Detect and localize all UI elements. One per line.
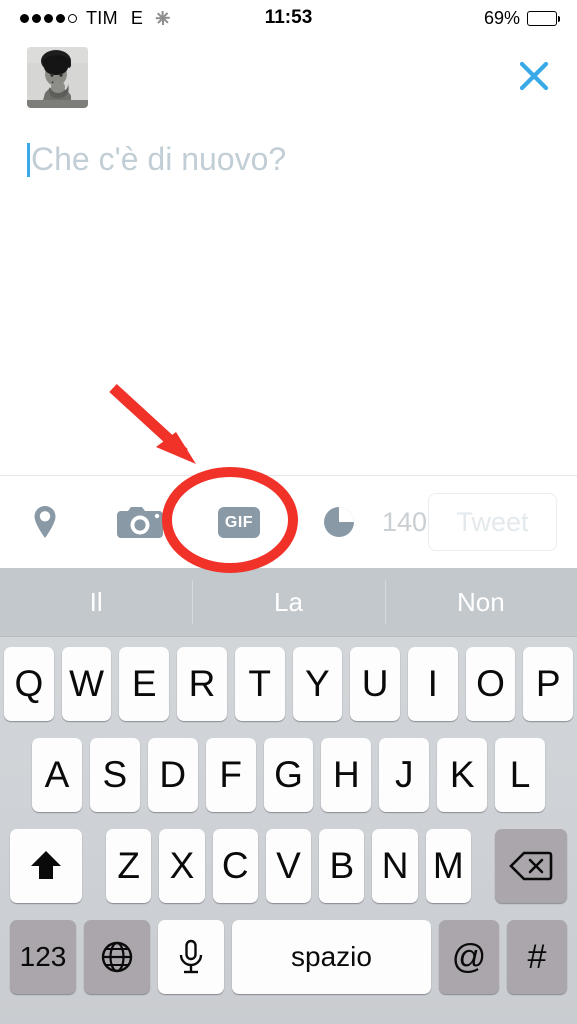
- camera-icon: [117, 507, 163, 538]
- close-icon: [519, 61, 549, 91]
- shift-key[interactable]: [10, 829, 83, 903]
- key-u[interactable]: U: [350, 647, 400, 721]
- tweet-button[interactable]: Tweet: [428, 493, 557, 551]
- key-x[interactable]: X: [159, 829, 205, 903]
- composer-toolbar: GIF 140 Tweet: [0, 475, 577, 568]
- keyboard-row-1: Q W E R T Y U I O P: [3, 647, 574, 721]
- status-bar-clock: 11:53: [264, 7, 313, 28]
- key-p[interactable]: P: [523, 647, 574, 721]
- location-pin-icon: [34, 506, 56, 538]
- key-q[interactable]: Q: [3, 647, 54, 721]
- tweet-composer: Che c'è di nuovo?: [0, 36, 577, 475]
- dictation-key[interactable]: [158, 920, 224, 994]
- camera-button[interactable]: [112, 498, 168, 546]
- key-v[interactable]: V: [265, 829, 312, 903]
- character-gauge-icon: [324, 507, 354, 537]
- avatar[interactable]: [27, 47, 88, 108]
- key-f[interactable]: F: [205, 738, 256, 812]
- at-key[interactable]: @: [439, 920, 499, 994]
- tweet-text-input[interactable]: Che c'è di nuovo?: [0, 108, 577, 177]
- location-button[interactable]: [24, 498, 66, 546]
- key-s[interactable]: S: [89, 738, 140, 812]
- key-z[interactable]: Z: [106, 829, 152, 903]
- character-gauge: [318, 498, 360, 546]
- backspace-key[interactable]: [494, 829, 567, 903]
- microphone-icon: [179, 939, 203, 974]
- key-j[interactable]: J: [379, 738, 430, 812]
- shift-up-arrow-icon: [31, 851, 62, 879]
- key-r[interactable]: R: [177, 647, 227, 721]
- gif-button[interactable]: GIF: [216, 498, 262, 546]
- close-button[interactable]: [511, 53, 557, 99]
- tweet-placeholder: Che c'è di nuovo?: [31, 141, 287, 177]
- space-key[interactable]: spazio: [232, 920, 431, 994]
- keyboard-row-3: Z X C V B N M: [4, 829, 573, 903]
- hash-key[interactable]: #: [507, 920, 567, 994]
- keyboard-row-2: A S D F G H J K L: [4, 738, 573, 812]
- key-h[interactable]: H: [321, 738, 372, 812]
- gif-icon: GIF: [217, 506, 261, 538]
- predictive-bar: Il La Non: [0, 568, 577, 637]
- key-y[interactable]: Y: [292, 647, 343, 721]
- key-i[interactable]: I: [407, 647, 458, 721]
- prediction-item-2[interactable]: Non: [384, 568, 577, 636]
- globe-icon: [101, 941, 133, 973]
- key-o[interactable]: O: [465, 647, 516, 721]
- on-screen-keyboard: Il La Non Q W E R T Y U I O P A S D F G …: [0, 568, 577, 1024]
- key-l[interactable]: L: [495, 738, 546, 812]
- battery-icon: [527, 10, 560, 26]
- key-a[interactable]: A: [32, 738, 82, 812]
- key-b[interactable]: B: [319, 829, 365, 903]
- key-c[interactable]: C: [212, 829, 258, 903]
- key-d[interactable]: D: [147, 738, 198, 812]
- prediction-item-0[interactable]: Il: [0, 568, 192, 636]
- key-w[interactable]: W: [61, 647, 112, 721]
- text-caret: [27, 143, 30, 177]
- status-bar: TIM E 11:53 69%: [0, 0, 577, 36]
- prediction-item-1[interactable]: La: [192, 568, 384, 636]
- key-k[interactable]: K: [437, 738, 488, 812]
- key-n[interactable]: N: [372, 829, 418, 903]
- backspace-icon: [509, 851, 553, 881]
- key-e[interactable]: E: [119, 647, 170, 721]
- key-t[interactable]: T: [234, 647, 285, 721]
- key-m[interactable]: M: [425, 829, 471, 903]
- numbers-key[interactable]: 123: [10, 920, 76, 994]
- keyboard-rows: Q W E R T Y U I O P A S D F G H J K L Z …: [0, 637, 577, 994]
- globe-key[interactable]: [84, 920, 150, 994]
- keyboard-row-4: 123 spazio @ #: [4, 920, 573, 994]
- key-g[interactable]: G: [263, 738, 314, 812]
- character-count: 140: [382, 506, 428, 537]
- composer-header: [0, 36, 577, 108]
